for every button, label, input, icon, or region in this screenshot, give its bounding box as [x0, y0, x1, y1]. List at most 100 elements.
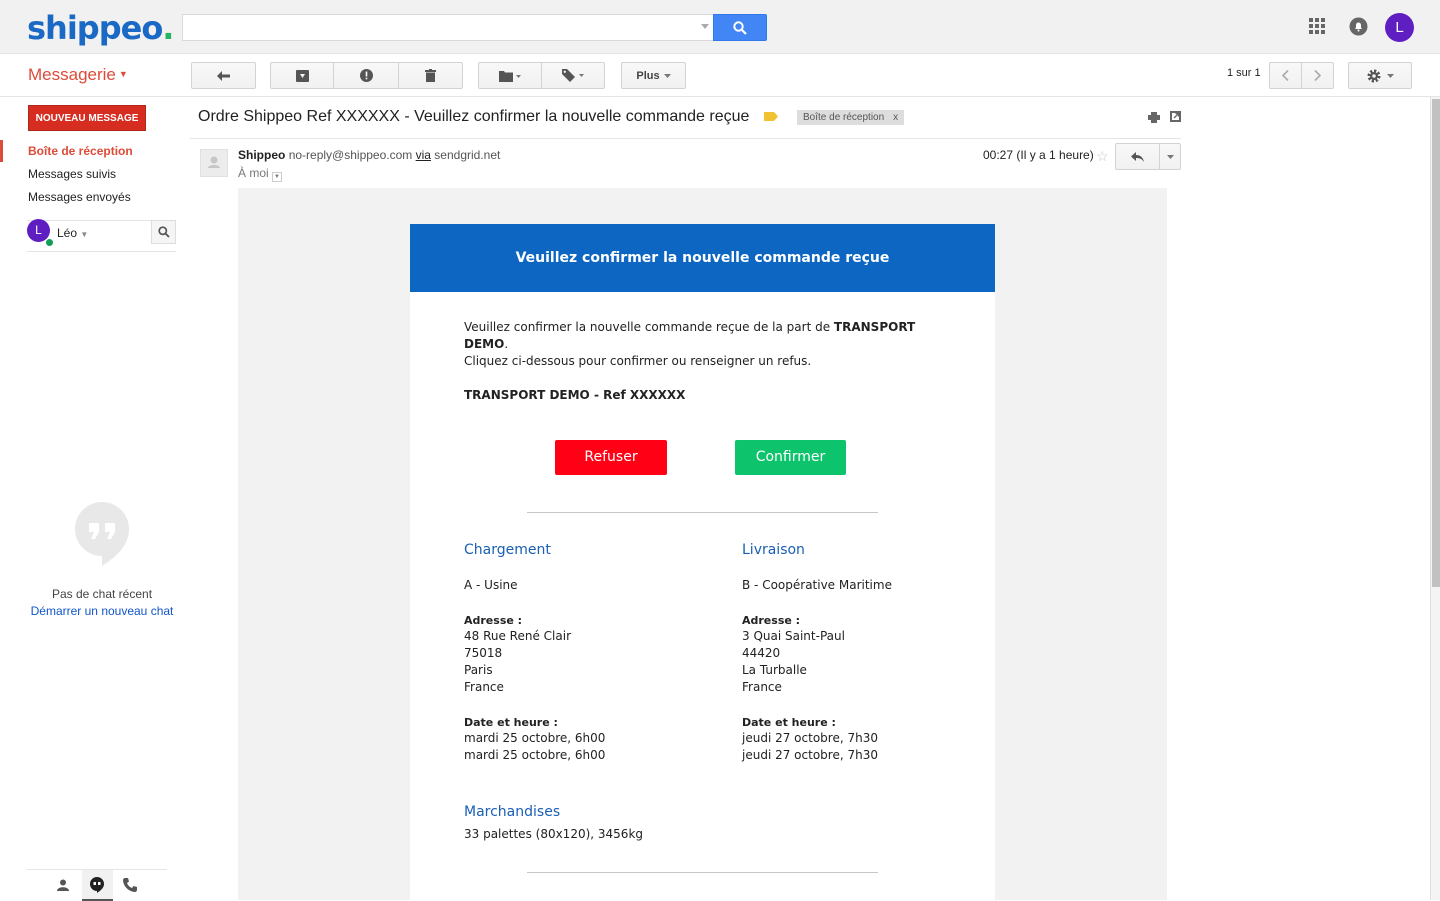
apps-grid-icon[interactable] — [1309, 18, 1331, 40]
delivery-address-line: 44420 — [742, 646, 781, 660]
reply-button-group — [1115, 143, 1181, 170]
start-new-chat-link[interactable]: Démarrer un nouveau chat — [0, 604, 204, 618]
star-icon[interactable]: ☆ — [1096, 148, 1109, 165]
chevron-right-icon — [1314, 70, 1321, 81]
sender-name[interactable]: Shippeo — [238, 148, 285, 162]
top-bar: shippeo. L — [0, 0, 1440, 54]
hangouts-tab[interactable] — [82, 870, 113, 901]
sender-avatar — [200, 149, 228, 177]
more-actions-dropdown[interactable] — [1167, 155, 1174, 159]
header-divider — [190, 138, 1181, 139]
reply-button[interactable] — [1131, 152, 1144, 162]
sidebar-item-sent[interactable]: Messages envoyés — [0, 186, 176, 208]
search-button[interactable] — [713, 14, 767, 41]
chat-footer — [27, 869, 167, 901]
goods-value: 33 palettes (80x120), 3456kg — [464, 827, 644, 841]
delivery-date-line: jeudi 27 octobre, 7h30 — [742, 731, 878, 745]
refuse-button[interactable]: Refuser — [555, 440, 667, 475]
chat-user-row: L Léo ▼ — [27, 219, 176, 252]
print-icon[interactable] — [1148, 112, 1160, 123]
contacts-icon[interactable] — [57, 879, 69, 891]
hangouts-small-icon — [90, 877, 104, 893]
more-button[interactable]: Plus — [621, 62, 686, 89]
order-reference: TRANSPORT DEMO - Ref XXXXXX — [464, 388, 686, 402]
search-input[interactable] — [182, 14, 714, 41]
recipient-details[interactable]: À moi ▼ — [238, 166, 283, 182]
message-view: Ordre Shippeo Ref XXXXXX - Veuillez conf… — [190, 97, 1430, 900]
toolbar: Messagerie ▼ Plus 1 sur 1 — [0, 54, 1440, 97]
account-avatar[interactable]: L — [1385, 13, 1414, 42]
email-body-background: Veuillez confirmer la nouvelle commande … — [238, 188, 1167, 900]
chat-search-button[interactable] — [151, 220, 176, 244]
email-banner: Veuillez confirmer la nouvelle commande … — [410, 224, 995, 292]
online-status-dot — [45, 238, 54, 247]
inbox-label-chip[interactable]: Boîte de réception x — [797, 110, 905, 125]
delivery-address-line: France — [742, 680, 782, 694]
confirm-button[interactable]: Confirmer — [735, 440, 846, 475]
gear-icon — [1367, 69, 1381, 82]
chevron-down-icon — [1167, 155, 1174, 159]
archive-button[interactable] — [270, 62, 334, 89]
pagination-text: 1 sur 1 — [1227, 67, 1261, 79]
settings-button[interactable] — [1348, 62, 1412, 89]
sidebar-item-starred[interactable]: Messages suivis — [0, 163, 176, 185]
chat-user-name[interactable]: Léo ▼ — [57, 226, 88, 240]
pickup-address-line: France — [464, 680, 504, 694]
no-recent-chat-text: Pas de chat récent — [51, 587, 153, 601]
chevron-down-icon — [1387, 73, 1394, 78]
intro-text: Veuillez confirmer la nouvelle commande … — [464, 320, 916, 368]
pickup-date-line: mardi 25 octobre, 6h00 — [464, 748, 606, 762]
archive-icon — [295, 69, 309, 82]
search-icon — [733, 21, 747, 35]
app-switcher[interactable]: Messagerie ▼ — [28, 65, 128, 85]
sender-email: no-reply@shippeo.com — [288, 148, 413, 162]
back-button[interactable] — [191, 62, 256, 89]
back-arrow-icon — [216, 70, 230, 81]
search-icon — [158, 226, 170, 238]
open-new-window-icon[interactable] — [1170, 111, 1181, 122]
pickup-title: Chargement — [464, 542, 551, 558]
via-domain: sendgrid.net — [434, 148, 501, 162]
pickup-address-label: Adresse : — [464, 614, 523, 627]
pickup-date-label: Date et heure : — [464, 716, 558, 729]
trash-icon — [425, 69, 436, 82]
email-card: Veuillez confirmer la nouvelle commande … — [410, 224, 995, 900]
pickup-address-line: Paris — [464, 663, 493, 677]
tag-icon — [562, 69, 584, 82]
sender-line: Shippeo no-reply@shippeo.com via sendgri… — [238, 148, 500, 162]
delete-button[interactable] — [398, 62, 463, 89]
delivery-date-line: jeudi 27 octobre, 7h30 — [742, 748, 878, 762]
spam-icon — [359, 69, 373, 82]
phone-icon[interactable] — [123, 878, 137, 892]
pickup-site: A - Usine — [464, 578, 518, 592]
delivery-address-line: La Turballe — [742, 663, 807, 677]
remove-label-icon[interactable]: x — [893, 112, 898, 123]
pickup-address-line: 75018 — [464, 646, 503, 660]
folder-icon — [499, 70, 521, 82]
email-time: 00:27 (Il y a 1 heure) — [983, 148, 1094, 162]
sidebar-item-inbox[interactable]: Boîte de réception — [0, 140, 176, 162]
scrollbar-thumb[interactable] — [1432, 99, 1440, 587]
delivery-date-label: Date et heure : — [742, 716, 836, 729]
scrollbar[interactable] — [1430, 97, 1440, 900]
search-options-icon[interactable] — [701, 24, 709, 29]
compose-button[interactable]: NOUVEAU MESSAGE — [28, 105, 146, 131]
delivery-address-label: Adresse : — [742, 614, 801, 627]
chevron-down-icon — [663, 73, 671, 78]
label-tag-icon[interactable] — [764, 112, 778, 121]
goods-title: Marchandises — [464, 804, 561, 820]
older-button[interactable] — [1301, 62, 1334, 89]
labels-button[interactable] — [541, 62, 605, 89]
pickup-address-line: 48 Rue René Clair — [464, 629, 572, 643]
report-spam-button[interactable] — [333, 62, 399, 89]
via-link[interactable]: via — [416, 148, 431, 162]
divider — [527, 872, 878, 873]
shippeo-logo[interactable]: shippeo. — [27, 9, 174, 47]
pickup-date-line: mardi 25 octobre, 6h00 — [464, 731, 606, 745]
chevron-left-icon — [1282, 70, 1289, 81]
reply-icon — [1131, 152, 1144, 162]
newer-button[interactable] — [1269, 62, 1302, 89]
hangouts-icon — [74, 502, 130, 568]
notifications-icon[interactable] — [1349, 17, 1371, 39]
move-to-button[interactable] — [478, 62, 542, 89]
